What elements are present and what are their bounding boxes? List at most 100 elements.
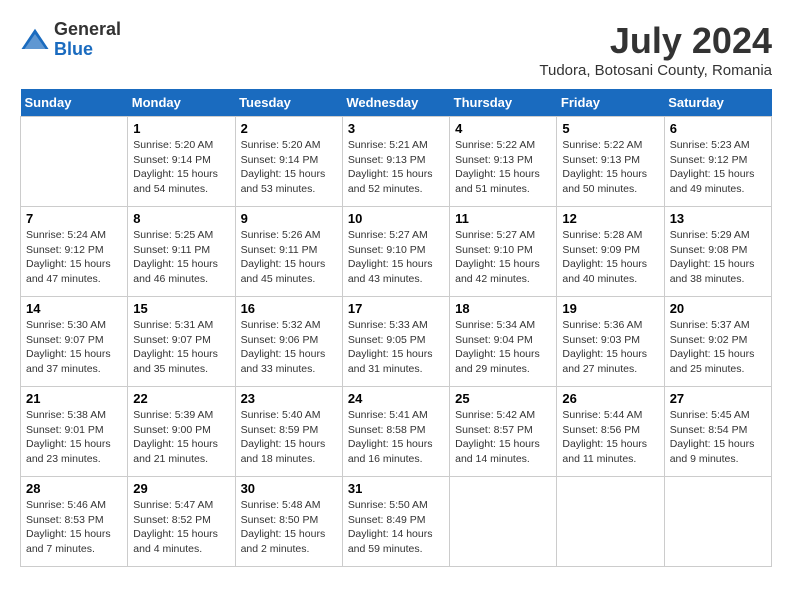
week-row-5: 28Sunrise: 5:46 AM Sunset: 8:53 PM Dayli… [21,477,772,567]
calendar-cell: 4 Sunrise: 5:22 AM Sunset: 9:13 PM Daylig… [450,117,557,207]
calendar-cell: 30Sunrise: 5:48 AM Sunset: 8:50 PM Dayli… [235,477,342,567]
day-number: 7 [26,211,122,226]
logo-icon [20,25,50,55]
day-info: Sunrise: 5:22 AM Sunset: 9:13 PM Dayligh… [455,138,551,197]
day-number: 1 [133,121,229,136]
day-number: 26 [562,391,658,406]
calendar-cell [21,117,128,207]
day-info: Sunrise: 5:45 AM Sunset: 8:54 PM Dayligh… [670,408,766,467]
calendar-cell: 6 Sunrise: 5:23 AM Sunset: 9:12 PM Daylig… [664,117,771,207]
day-info: Sunrise: 5:50 AM Sunset: 8:49 PM Dayligh… [348,498,444,557]
day-info: Sunrise: 5:23 AM Sunset: 9:12 PM Dayligh… [670,138,766,197]
column-header-monday: Monday [128,89,235,117]
calendar-cell: 16Sunrise: 5:32 AM Sunset: 9:06 PM Dayli… [235,297,342,387]
day-info: Sunrise: 5:31 AM Sunset: 9:07 PM Dayligh… [133,318,229,377]
day-number: 22 [133,391,229,406]
calendar-cell: 19 Sunrise: 5:36 AM Sunset: 9:03 PM Dayli… [557,297,664,387]
day-info: Sunrise: 5:33 AM Sunset: 9:05 PM Dayligh… [348,318,444,377]
day-number: 30 [241,481,337,496]
day-number: 14 [26,301,122,316]
week-row-3: 14 Sunrise: 5:30 AM Sunset: 9:07 PM Dayli… [21,297,772,387]
day-number: 17 [348,301,444,316]
calendar-cell: 7 Sunrise: 5:24 AM Sunset: 9:12 PM Daylig… [21,207,128,297]
calendar-cell: 28Sunrise: 5:46 AM Sunset: 8:53 PM Dayli… [21,477,128,567]
day-info: Sunrise: 5:22 AM Sunset: 9:13 PM Dayligh… [562,138,658,197]
logo-text: General Blue [54,20,121,60]
calendar-cell: 9 Sunrise: 5:26 AM Sunset: 9:11 PM Daylig… [235,207,342,297]
calendar-cell: 8 Sunrise: 5:25 AM Sunset: 9:11 PM Daylig… [128,207,235,297]
day-number: 21 [26,391,122,406]
logo-general: General [54,20,121,40]
day-number: 10 [348,211,444,226]
calendar-cell: 5 Sunrise: 5:22 AM Sunset: 9:13 PM Daylig… [557,117,664,207]
day-number: 9 [241,211,337,226]
day-info: Sunrise: 5:24 AM Sunset: 9:12 PM Dayligh… [26,228,122,287]
calendar-cell: 13Sunrise: 5:29 AM Sunset: 9:08 PM Dayli… [664,207,771,297]
day-number: 4 [455,121,551,136]
calendar-cell: 26 Sunrise: 5:44 AM Sunset: 8:56 PM Dayli… [557,387,664,477]
calendar-cell: 29Sunrise: 5:47 AM Sunset: 8:52 PM Dayli… [128,477,235,567]
calendar-table: SundayMondayTuesdayWednesdayThursdayFrid… [20,89,772,567]
week-row-1: 1 Sunrise: 5:20 AM Sunset: 9:14 PM Daylig… [21,117,772,207]
day-info: Sunrise: 5:39 AM Sunset: 9:00 PM Dayligh… [133,408,229,467]
calendar-cell: 3Sunrise: 5:21 AM Sunset: 9:13 PM Daylig… [342,117,449,207]
logo: General Blue [20,20,121,60]
day-number: 25 [455,391,551,406]
day-info: Sunrise: 5:41 AM Sunset: 8:58 PM Dayligh… [348,408,444,467]
calendar-cell: 2 Sunrise: 5:20 AM Sunset: 9:14 PM Daylig… [235,117,342,207]
calendar-cell: 14 Sunrise: 5:30 AM Sunset: 9:07 PM Dayli… [21,297,128,387]
calendar-cell: 22 Sunrise: 5:39 AM Sunset: 9:00 PM Dayli… [128,387,235,477]
day-number: 13 [670,211,766,226]
calendar-cell: 17 Sunrise: 5:33 AM Sunset: 9:05 PM Dayli… [342,297,449,387]
day-number: 8 [133,211,229,226]
day-number: 27 [670,391,766,406]
day-number: 5 [562,121,658,136]
day-number: 11 [455,211,551,226]
location: Tudora, Botosani County, Romania [539,62,772,79]
column-header-wednesday: Wednesday [342,89,449,117]
day-number: 19 [562,301,658,316]
column-header-tuesday: Tuesday [235,89,342,117]
day-info: Sunrise: 5:38 AM Sunset: 9:01 PM Dayligh… [26,408,122,467]
day-info: Sunrise: 5:30 AM Sunset: 9:07 PM Dayligh… [26,318,122,377]
calendar-cell: 25Sunrise: 5:42 AM Sunset: 8:57 PM Dayli… [450,387,557,477]
day-number: 6 [670,121,766,136]
calendar-cell [664,477,771,567]
day-number: 23 [241,391,337,406]
month-title: July 2024 [539,20,772,62]
page-header: General Blue July 2024 Tudora, Botosani … [20,20,772,79]
day-info: Sunrise: 5:20 AM Sunset: 9:14 PM Dayligh… [133,138,229,197]
column-header-saturday: Saturday [664,89,771,117]
calendar-cell [557,477,664,567]
day-number: 18 [455,301,551,316]
day-number: 2 [241,121,337,136]
title-section: July 2024 Tudora, Botosani County, Roman… [539,20,772,79]
day-number: 16 [241,301,337,316]
calendar-cell: 10Sunrise: 5:27 AM Sunset: 9:10 PM Dayli… [342,207,449,297]
calendar-cell: 12Sunrise: 5:28 AM Sunset: 9:09 PM Dayli… [557,207,664,297]
day-info: Sunrise: 5:44 AM Sunset: 8:56 PM Dayligh… [562,408,658,467]
calendar-cell: 27 Sunrise: 5:45 AM Sunset: 8:54 PM Dayli… [664,387,771,477]
calendar-cell: 18 Sunrise: 5:34 AM Sunset: 9:04 PM Dayli… [450,297,557,387]
day-info: Sunrise: 5:37 AM Sunset: 9:02 PM Dayligh… [670,318,766,377]
calendar-cell: 20Sunrise: 5:37 AM Sunset: 9:02 PM Dayli… [664,297,771,387]
calendar-cell [450,477,557,567]
day-info: Sunrise: 5:25 AM Sunset: 9:11 PM Dayligh… [133,228,229,287]
calendar-cell: 23 Sunrise: 5:40 AM Sunset: 8:59 PM Dayli… [235,387,342,477]
calendar-cell: 21 Sunrise: 5:38 AM Sunset: 9:01 PM Dayli… [21,387,128,477]
day-info: Sunrise: 5:40 AM Sunset: 8:59 PM Dayligh… [241,408,337,467]
header-row: SundayMondayTuesdayWednesdayThursdayFrid… [21,89,772,117]
day-info: Sunrise: 5:26 AM Sunset: 9:11 PM Dayligh… [241,228,337,287]
calendar-cell: 11 Sunrise: 5:27 AM Sunset: 9:10 PM Dayli… [450,207,557,297]
day-info: Sunrise: 5:36 AM Sunset: 9:03 PM Dayligh… [562,318,658,377]
calendar-cell: 15Sunrise: 5:31 AM Sunset: 9:07 PM Dayli… [128,297,235,387]
day-info: Sunrise: 5:20 AM Sunset: 9:14 PM Dayligh… [241,138,337,197]
calendar-cell: 1 Sunrise: 5:20 AM Sunset: 9:14 PM Daylig… [128,117,235,207]
day-info: Sunrise: 5:27 AM Sunset: 9:10 PM Dayligh… [455,228,551,287]
week-row-4: 21 Sunrise: 5:38 AM Sunset: 9:01 PM Dayli… [21,387,772,477]
day-info: Sunrise: 5:34 AM Sunset: 9:04 PM Dayligh… [455,318,551,377]
calendar-cell: 31Sunrise: 5:50 AM Sunset: 8:49 PM Dayli… [342,477,449,567]
week-row-2: 7 Sunrise: 5:24 AM Sunset: 9:12 PM Daylig… [21,207,772,297]
column-header-friday: Friday [557,89,664,117]
day-number: 3 [348,121,444,136]
